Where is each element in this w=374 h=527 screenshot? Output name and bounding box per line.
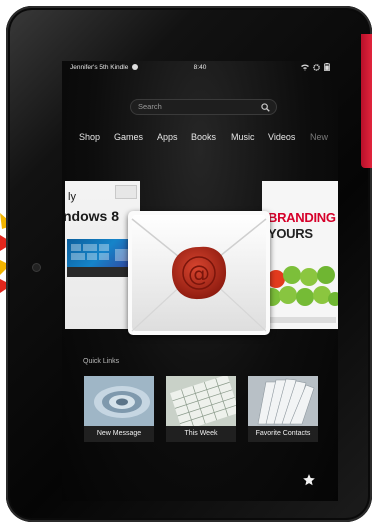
- search-placeholder: Search: [138, 102, 162, 111]
- rolodex-thumbnail-icon: [248, 376, 318, 426]
- gear-icon: [313, 63, 320, 71]
- nav-item-music[interactable]: Music: [231, 132, 255, 142]
- search-input[interactable]: Search: [130, 99, 277, 115]
- svg-text:@: @: [188, 262, 210, 287]
- front-camera: [33, 264, 40, 271]
- quick-link-new-message[interactable]: New Message: [84, 376, 154, 442]
- book-title-line1: BRANDING: [268, 210, 336, 225]
- nav-item-videos[interactable]: Videos: [268, 132, 295, 142]
- nav-item-books[interactable]: Books: [191, 132, 216, 142]
- nav-item-shop[interactable]: Shop: [79, 132, 100, 142]
- spiral-thumbnail-icon: [84, 376, 154, 426]
- book-title-line1: ly: [68, 191, 76, 203]
- quick-link-this-week[interactable]: This Week: [166, 376, 236, 442]
- wifi-icon: [301, 64, 310, 71]
- nav-item-apps[interactable]: Apps: [157, 132, 178, 142]
- email-envelope-icon: @: [131, 215, 267, 332]
- nav-item-newsstand[interactable]: New: [310, 132, 328, 142]
- quick-links-heading: Quick Links: [83, 358, 120, 365]
- tablet-screen: Jennifer's 5th Kindle 8:40 Search Shop G…: [62, 61, 338, 501]
- favorites-star-icon[interactable]: [302, 473, 316, 487]
- book-title-line2: YOURS: [268, 226, 313, 241]
- book-badge: [115, 185, 137, 199]
- nav-item-games[interactable]: Games: [114, 132, 143, 142]
- calendar-thumbnail-icon: [166, 376, 236, 426]
- quick-link-label: This Week: [166, 426, 236, 442]
- email-app-carousel-item[interactable]: @: [128, 211, 270, 335]
- quick-link-label: New Message: [84, 426, 154, 442]
- library-navigation: Shop Games Apps Books Music Videos New: [62, 132, 338, 148]
- tablet-device: Jennifer's 5th Kindle 8:40 Search Shop G…: [6, 6, 372, 522]
- apples-cover-image: [264, 266, 338, 306]
- quick-link-label: Favorite Contacts: [248, 426, 318, 442]
- carousel-book-branding[interactable]: BRANDING YOURS: [262, 181, 338, 329]
- status-icons[interactable]: [301, 61, 330, 75]
- device-red-edge: [361, 34, 372, 168]
- battery-icon: [324, 63, 330, 72]
- status-bar: Jennifer's 5th Kindle 8:40: [62, 61, 338, 75]
- book-title-line2: ndows 8: [65, 208, 120, 224]
- quick-link-favorite-contacts[interactable]: Favorite Contacts: [248, 376, 318, 442]
- book-footer-strip: [266, 317, 336, 323]
- search-icon: [261, 103, 270, 112]
- clock: 8:40: [193, 64, 207, 71]
